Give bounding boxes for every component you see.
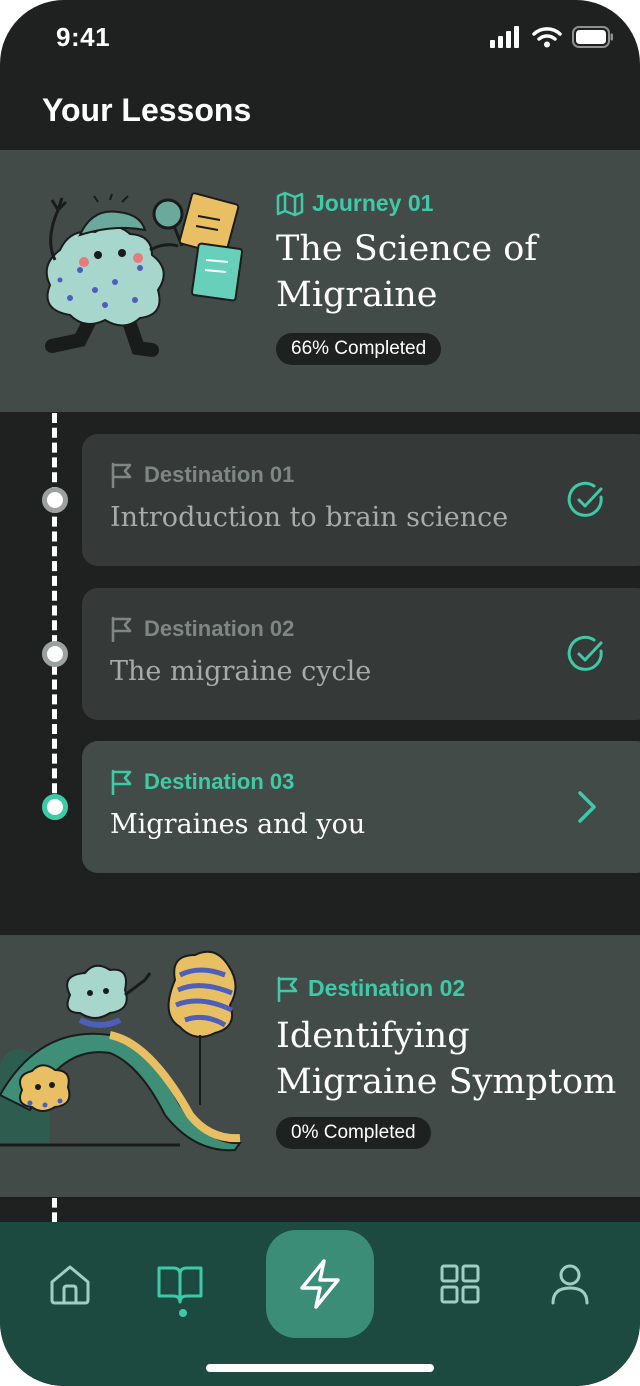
journey-title-line1: Identifying bbox=[276, 1016, 470, 1056]
progress-badge: 0% Completed bbox=[276, 1117, 431, 1149]
journey-title-line2: Migraine bbox=[276, 275, 438, 315]
destination-title: Migraines and you bbox=[110, 809, 366, 840]
check-circle-icon bbox=[567, 635, 603, 671]
journey-tag-label: Destination 02 bbox=[308, 975, 466, 1001]
destination-card-02[interactable]: Destination 02 The migraine cycle bbox=[82, 588, 640, 720]
journey-tag: Journey 01 bbox=[276, 190, 433, 217]
quick-action-button[interactable] bbox=[266, 1230, 374, 1338]
destination-card-01[interactable]: Destination 01 Introduction to brain sci… bbox=[82, 434, 640, 566]
destination-label-text: Destination 02 bbox=[144, 616, 295, 641]
bottom-nav bbox=[0, 1222, 640, 1386]
app-screen: 9:41 Your Lessons Journey 01 The Science… bbox=[0, 0, 640, 1386]
flag-icon bbox=[111, 462, 132, 488]
battery-icon bbox=[572, 26, 613, 48]
journey-card-science-of-migraine[interactable]: Journey 01 The Science of Migraine 66% C… bbox=[0, 150, 640, 412]
map-icon bbox=[276, 191, 304, 216]
destination-label: Destination 01 bbox=[110, 462, 294, 488]
destination-card-03[interactable]: Destination 03 Migraines and you bbox=[82, 741, 640, 873]
status-icons bbox=[490, 26, 614, 48]
nav-lessons[interactable] bbox=[150, 1262, 210, 1332]
nav-profile[interactable] bbox=[540, 1262, 600, 1332]
book-icon bbox=[157, 1266, 203, 1317]
flag-icon bbox=[111, 769, 132, 795]
wifi-icon bbox=[532, 27, 562, 48]
page-title: Your Lessons bbox=[42, 92, 252, 128]
brain-explorer-illustration bbox=[45, 192, 244, 357]
destination-label-text: Destination 01 bbox=[144, 462, 295, 487]
home-indicator[interactable] bbox=[206, 1364, 434, 1372]
home-icon bbox=[50, 1265, 90, 1305]
destination-label-text: Destination 03 bbox=[144, 769, 295, 794]
timeline-line bbox=[52, 1198, 57, 1222]
nav-explore[interactable] bbox=[430, 1262, 490, 1332]
lightning-icon bbox=[300, 1259, 340, 1309]
journey-title: Identifying Migraine Symptom bbox=[276, 1013, 626, 1105]
signal-icon bbox=[490, 26, 519, 48]
slide-playground-illustration bbox=[0, 950, 243, 1152]
journey-card-identifying-symptoms[interactable]: Destination 02 Identifying Migraine Symp… bbox=[0, 935, 640, 1197]
check-circle-icon bbox=[567, 481, 603, 517]
profile-icon bbox=[551, 1264, 589, 1305]
status-time: 9:41 bbox=[56, 22, 111, 52]
chevron-right-icon[interactable] bbox=[566, 787, 606, 827]
journey-tag: Destination 02 bbox=[276, 975, 465, 1002]
timeline-node-completed bbox=[42, 487, 68, 513]
status-bar: 9:41 bbox=[0, 0, 640, 80]
timeline-line bbox=[52, 413, 57, 808]
destination-title: The migraine cycle bbox=[110, 656, 372, 687]
flag-icon bbox=[111, 616, 132, 642]
progress-badge: 66% Completed bbox=[276, 333, 442, 365]
flag-icon bbox=[277, 976, 298, 1002]
journey-title-line2: Migraine Symptom bbox=[276, 1062, 617, 1102]
timeline-node-completed bbox=[42, 641, 68, 667]
journey-tag-label: Journey 01 bbox=[312, 190, 434, 216]
destination-label: Destination 02 bbox=[110, 616, 294, 642]
journey-title-line1: The Science of bbox=[276, 229, 538, 269]
grid-icon bbox=[440, 1264, 480, 1304]
nav-home[interactable] bbox=[40, 1262, 100, 1332]
timeline-node-current bbox=[42, 794, 68, 820]
destination-title: Introduction to brain science bbox=[110, 502, 509, 533]
journey-title: The Science of Migraine bbox=[276, 226, 626, 318]
destination-label: Destination 03 bbox=[110, 769, 294, 795]
